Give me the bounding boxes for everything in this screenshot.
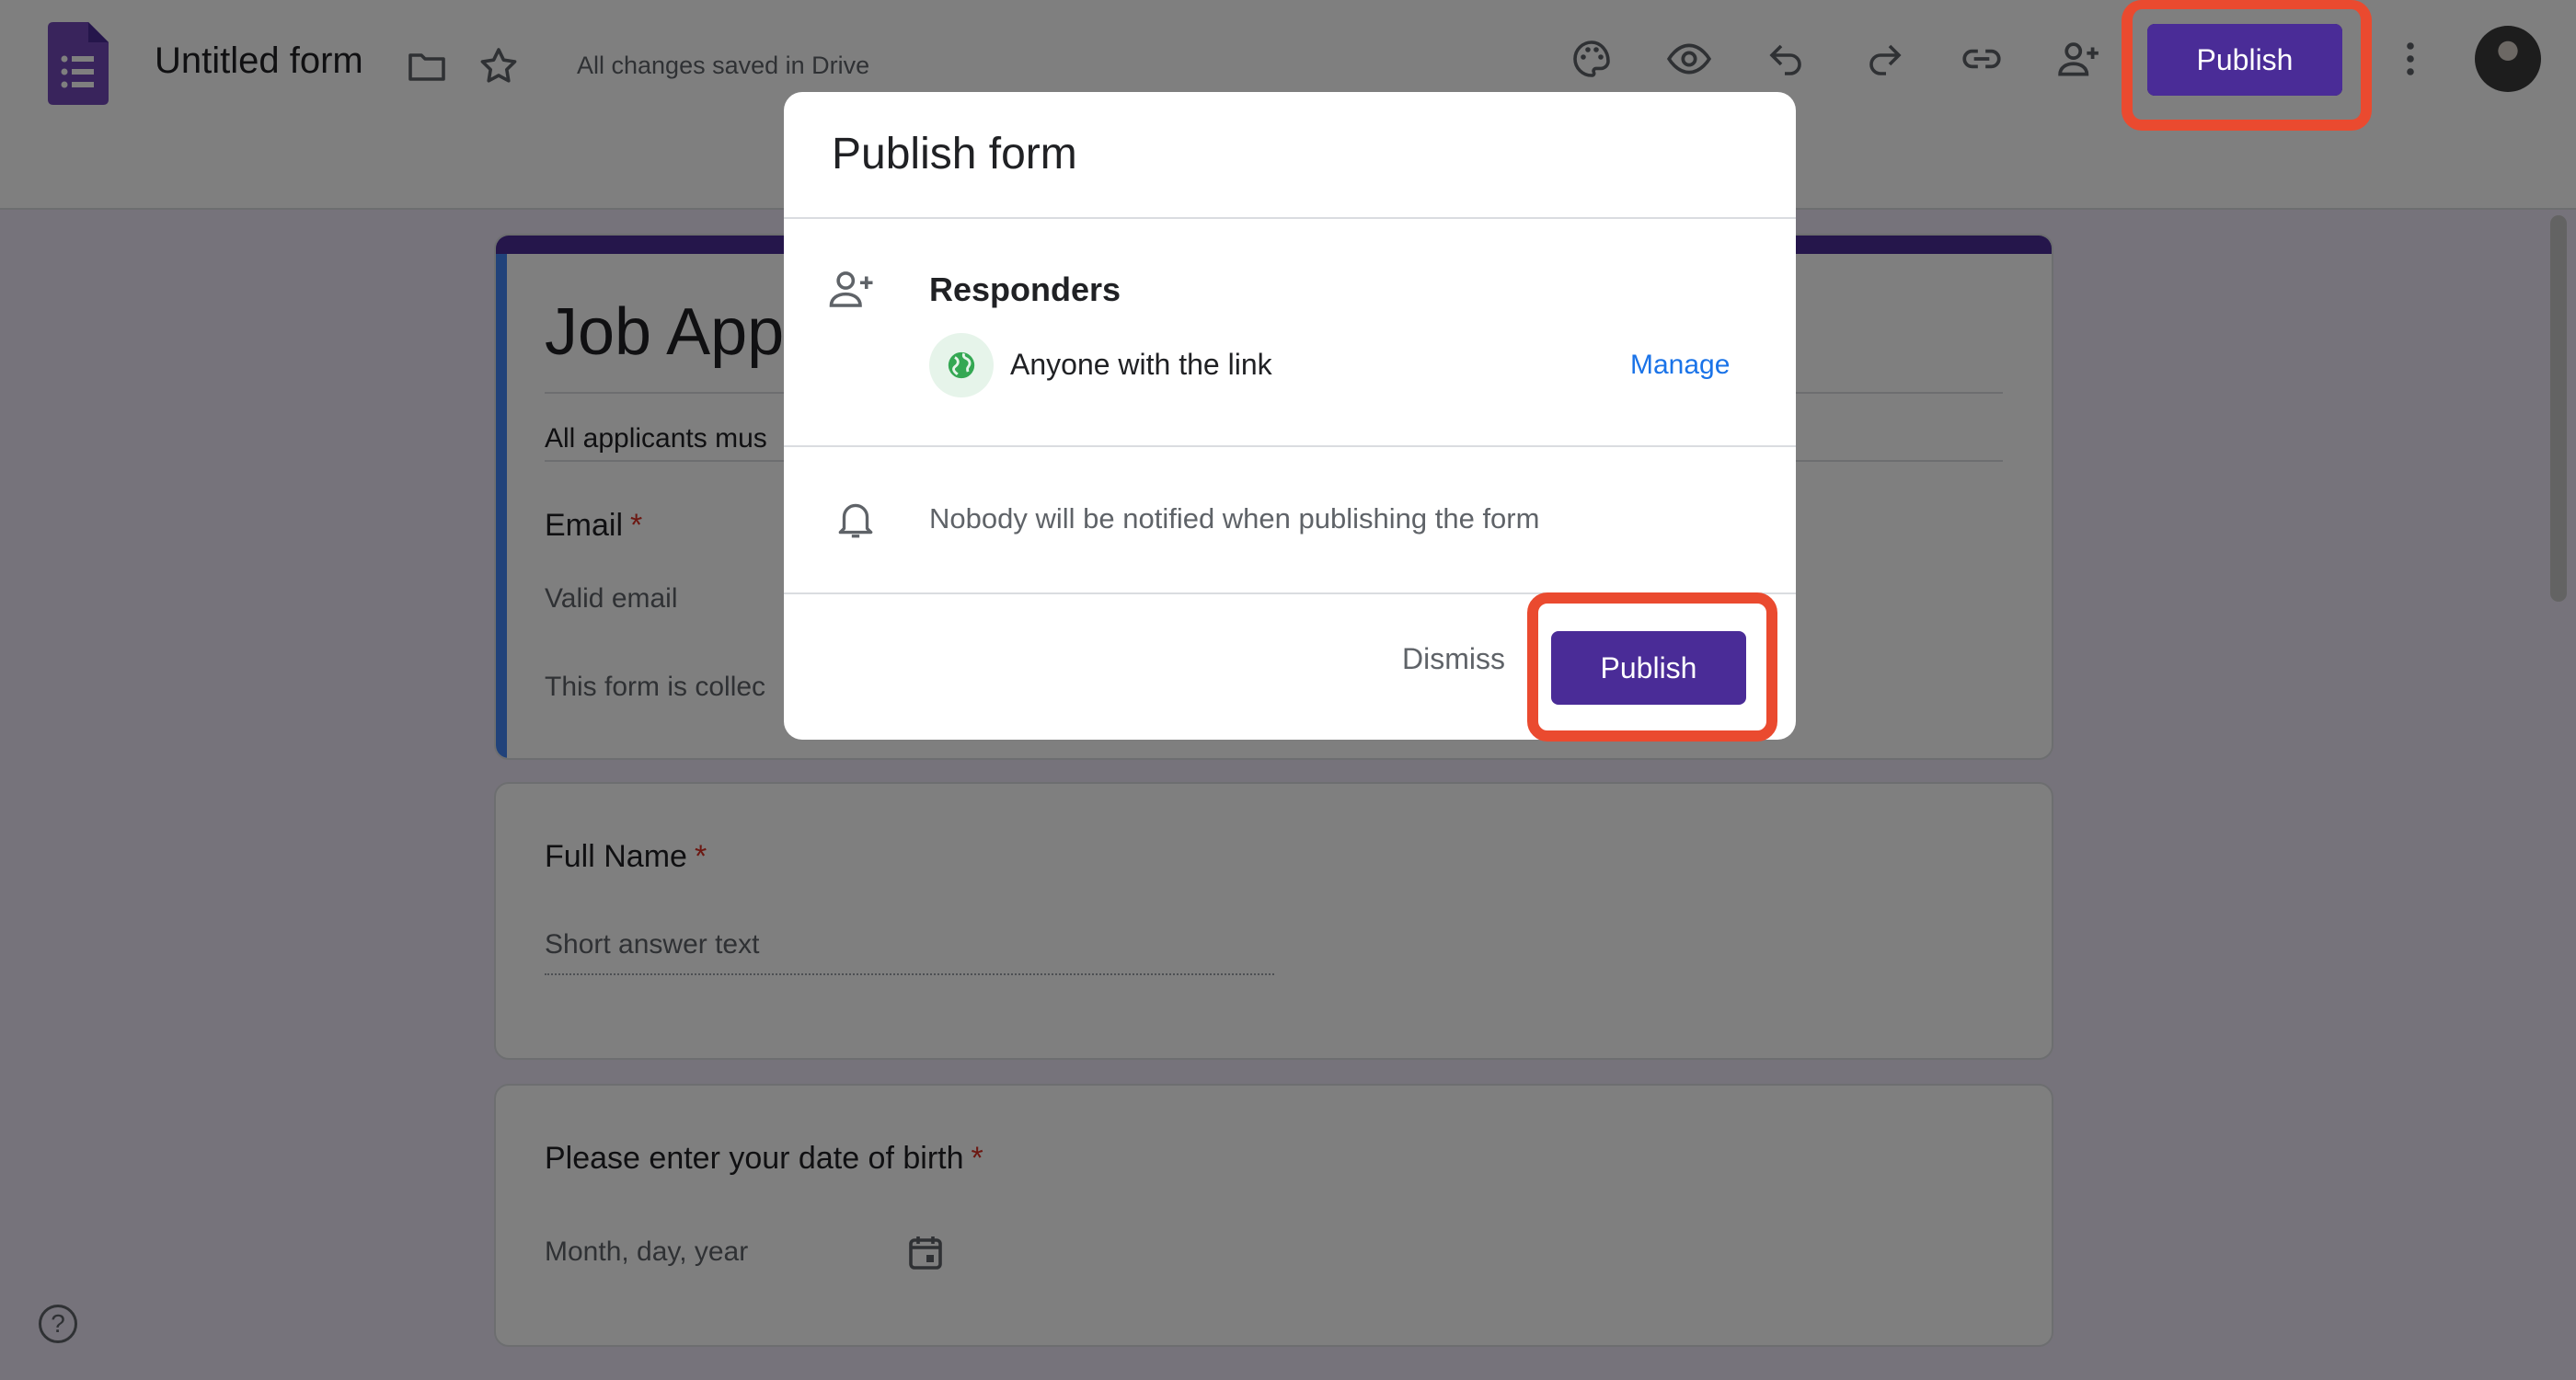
globe-icon (929, 333, 994, 397)
responders-value: Anyone with the link (1010, 348, 1272, 381)
bell-icon (830, 493, 881, 545)
responders-title: Responders (929, 270, 1121, 308)
dialog-title: Publish form (832, 130, 1077, 178)
dismiss-button[interactable]: Dismiss (1402, 642, 1505, 676)
notification-text: Nobody will be notified when publishing … (929, 502, 1540, 535)
divider (784, 217, 1796, 219)
highlight-box (1527, 592, 1777, 742)
add-person-icon (826, 263, 878, 315)
divider (784, 445, 1796, 447)
manage-link[interactable]: Manage (1630, 350, 1730, 381)
publish-button-top[interactable]: Publish (2147, 24, 2342, 96)
